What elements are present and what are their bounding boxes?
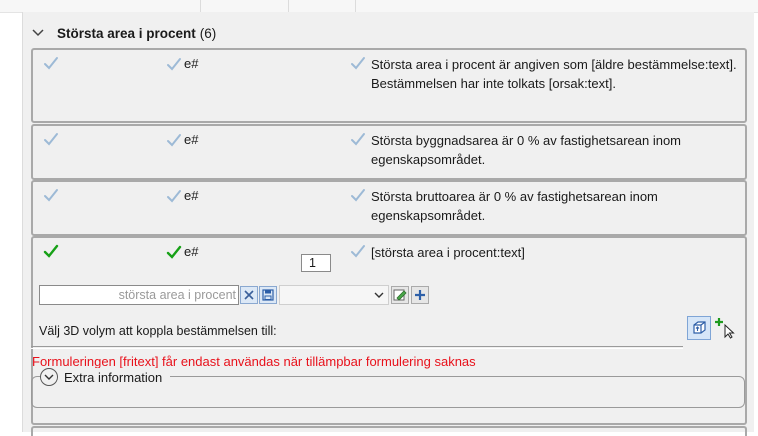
check-icon[interactable] [350, 188, 366, 202]
section-count: (6) [199, 25, 217, 41]
check-icon[interactable] [43, 56, 59, 70]
extra-information-group: Extra information [31, 368, 745, 408]
check-icon[interactable]: e# [166, 244, 198, 259]
regulation-text: Största bruttoarea är 0 % av fastighetsa… [371, 189, 658, 223]
regulation-row[interactable]: e# Största area i procent är angiven som… [31, 48, 747, 123]
check-icon[interactable] [350, 244, 366, 258]
edit-icon[interactable] [391, 286, 409, 304]
formulation-dropdown[interactable] [279, 285, 389, 305]
check-icon[interactable] [350, 132, 366, 146]
clear-icon[interactable] [240, 286, 258, 304]
warning-text: Formuleringen [fritext] får endast använ… [32, 354, 476, 369]
regulation-text: [största area i procent:text] [371, 245, 525, 260]
add-icon[interactable] [411, 286, 429, 304]
volume-buttons [687, 316, 737, 340]
column-divider [288, 0, 289, 12]
search-input[interactable]: största area i procent [39, 285, 239, 305]
column-label: e# [184, 132, 199, 147]
active-regulation-row[interactable]: e# 1 [största area i procent:text] störs… [31, 236, 747, 425]
check-icon[interactable]: e# [166, 56, 198, 71]
extra-information-label: Extra information [64, 369, 163, 385]
regulation-row[interactable] [31, 426, 747, 436]
section-title: Största area i procent [57, 25, 196, 41]
check-icon[interactable]: e# [166, 132, 198, 147]
edit-toolbar: största area i procent [39, 284, 429, 306]
divider [31, 346, 683, 349]
volume-icon[interactable] [687, 316, 711, 340]
column-divider [355, 0, 356, 12]
regulation-row[interactable]: e# Största byggnadsarea är 0 % av fastig… [31, 124, 747, 180]
volume-label: Välj 3D volym att koppla bestämmelsen ti… [39, 324, 277, 338]
circle-chevron-down-icon[interactable] [40, 368, 58, 386]
index-input[interactable]: 1 [301, 254, 331, 272]
chevron-down-icon[interactable] [29, 24, 47, 42]
column-label: e# [184, 188, 199, 203]
column-label: e# [184, 244, 199, 259]
regulation-text: Största area i procent är angiven som [ä… [371, 57, 737, 91]
regulation-text: Största byggnadsarea är 0 % av fastighet… [371, 133, 682, 167]
extra-information-header[interactable]: Extra information [40, 368, 171, 386]
chevron-down-icon[interactable] [374, 290, 384, 300]
column-divider [200, 0, 201, 12]
section-header[interactable]: Största area i procent (6) [23, 22, 216, 44]
check-icon[interactable]: e# [166, 188, 198, 203]
save-icon[interactable] [259, 286, 277, 304]
regulation-panel: Största area i procent (6) e# Största ar… [22, 12, 754, 436]
check-icon[interactable] [350, 56, 366, 70]
add-cursor-icon[interactable] [713, 316, 737, 340]
regulation-row[interactable]: e# Största bruttoarea är 0 % av fastighe… [31, 180, 747, 236]
column-label: e# [184, 56, 199, 71]
check-icon[interactable] [43, 244, 59, 258]
check-icon[interactable] [43, 132, 59, 146]
check-icon[interactable] [43, 188, 59, 202]
